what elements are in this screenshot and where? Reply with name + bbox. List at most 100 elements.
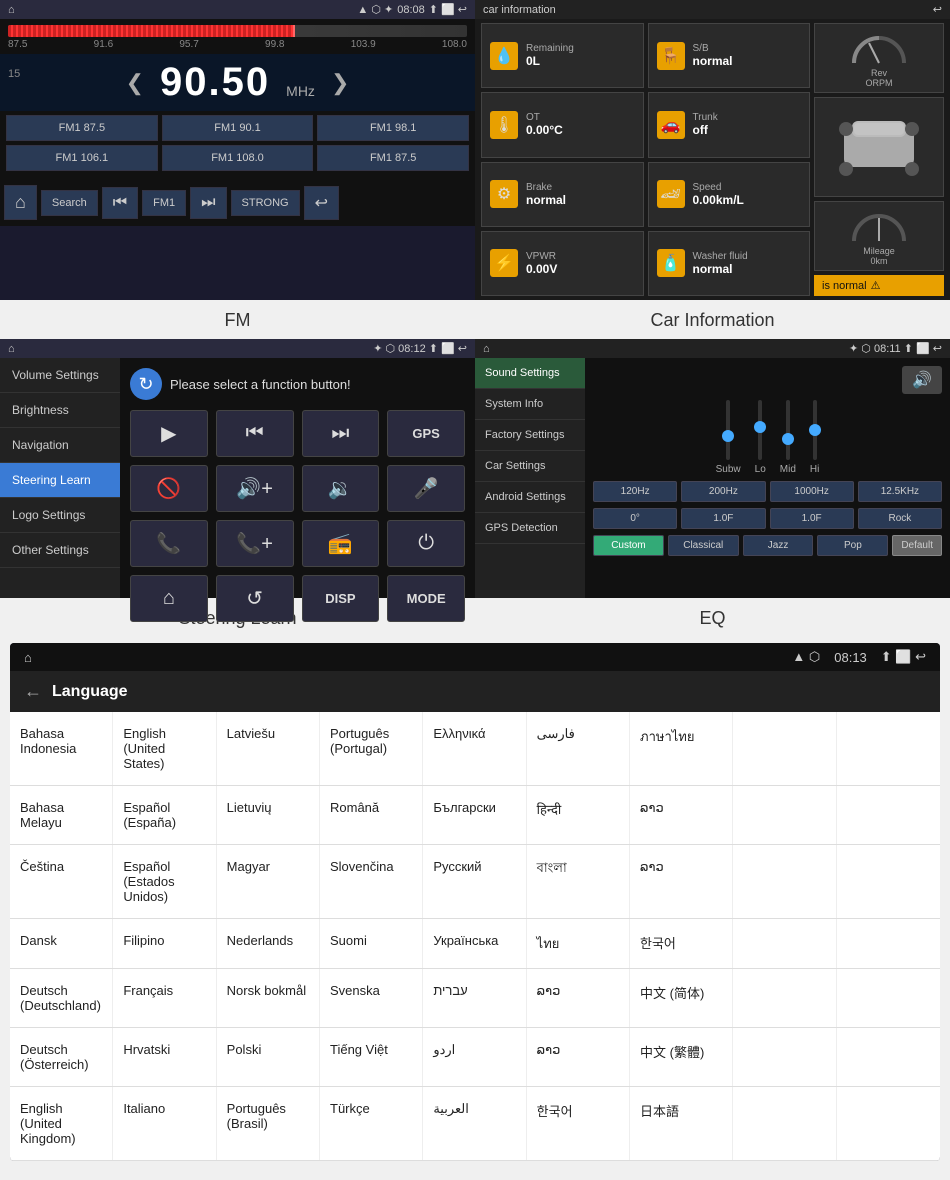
lang-cell[interactable]: Українська [423, 919, 526, 968]
lang-cell[interactable]: Bahasa Melayu [10, 786, 113, 844]
lang-cell[interactable]: 日本語 [630, 1087, 733, 1160]
lang-cell[interactable]: 한국어 [527, 1087, 630, 1160]
lang-cell[interactable]: বাংলা [527, 845, 630, 918]
eq-default-btn[interactable]: Default [892, 535, 942, 556]
lang-cell[interactable]: Български [423, 786, 526, 844]
lang-cell[interactable]: Filipino [113, 919, 216, 968]
steering-menu-logo[interactable]: Logo Settings [0, 498, 120, 533]
lang-cell[interactable]: ภาษาไทย [630, 712, 733, 785]
lang-cell[interactable]: ລາວ [630, 845, 733, 918]
lang-cell[interactable]: Dansk [10, 919, 113, 968]
lang-cell[interactable]: فارسی [527, 712, 630, 785]
lang-cell[interactable]: Italiano [113, 1087, 216, 1160]
steering-btn-power[interactable]: ⏻ [387, 520, 465, 567]
fm-back-btn[interactable]: ↩ [304, 186, 339, 220]
lang-cell[interactable]: Svenska [320, 969, 423, 1027]
eq-menu-system[interactable]: System Info [475, 389, 585, 420]
lang-cell[interactable]: हिन्दी [527, 786, 630, 844]
fm-preset-4[interactable]: FM1 106.1 [6, 145, 158, 171]
fm-preset-1[interactable]: FM1 87.5 [6, 115, 158, 141]
eq-freq-200[interactable]: 200Hz [681, 481, 765, 502]
fm-prev-btn[interactable]: ⏮ [102, 187, 138, 219]
lang-back-btn[interactable]: ← [24, 681, 42, 702]
eq-slider-mid-knob[interactable] [782, 433, 794, 445]
eq-slider-subw-knob[interactable] [722, 430, 734, 442]
eq-val-2[interactable]: 1.0F [770, 508, 854, 529]
lang-cell[interactable]: Latviešu [217, 712, 320, 785]
lang-cell[interactable]: Magyar [217, 845, 320, 918]
lang-cell[interactable]: ລາວ [527, 1028, 630, 1086]
eq-val-3[interactable]: Rock [858, 508, 942, 529]
fm-preset-6[interactable]: FM1 87.5 [317, 145, 469, 171]
eq-menu-gps[interactable]: GPS Detection [475, 513, 585, 544]
eq-val-1[interactable]: 1.0F [681, 508, 765, 529]
lang-cell[interactable]: Tiếng Việt [320, 1028, 423, 1086]
lang-cell[interactable]: Română [320, 786, 423, 844]
eq-slider-lo-track[interactable] [758, 400, 762, 460]
fm-slider-track[interactable] [8, 25, 467, 37]
lang-cell[interactable]: 한국어 [630, 919, 733, 968]
lang-cell[interactable]: Türkçe [320, 1087, 423, 1160]
eq-slider-hi-knob[interactable] [809, 424, 821, 436]
lang-cell[interactable]: ລາວ [630, 786, 733, 844]
steering-btn-mute[interactable]: 🚫 [130, 465, 208, 512]
steering-refresh-btn[interactable]: ↻ [130, 368, 162, 400]
eq-val-0[interactable]: 0° [593, 508, 677, 529]
eq-slider-lo-knob[interactable] [754, 421, 766, 433]
fm-search-btn[interactable]: Search [41, 190, 98, 216]
eq-preset-jazz[interactable]: Jazz [743, 535, 814, 556]
eq-freq-120[interactable]: 120Hz [593, 481, 677, 502]
lang-cell[interactable]: Suomi [320, 919, 423, 968]
steering-btn-home[interactable]: ⌂ [130, 575, 208, 622]
steering-menu-other[interactable]: Other Settings [0, 533, 120, 568]
fm-signal-btn[interactable]: STRONG [231, 190, 300, 216]
steering-btn-disp[interactable]: DISP [302, 575, 380, 622]
eq-slider-subw-track[interactable] [726, 400, 730, 460]
fm-preset-2[interactable]: FM1 90.1 [162, 115, 314, 141]
eq-freq-1000[interactable]: 1000Hz [770, 481, 854, 502]
lang-cell[interactable]: Deutsch (Österreich) [10, 1028, 113, 1086]
steering-btn-mode[interactable]: MODE [387, 575, 465, 622]
lang-cell[interactable]: العربية [423, 1087, 526, 1160]
fm-home-btn[interactable]: ⌂ [4, 185, 37, 220]
lang-cell[interactable]: Ελληνικά [423, 712, 526, 785]
steering-btn-gps[interactable]: GPS [387, 410, 465, 457]
lang-cell[interactable]: Français [113, 969, 216, 1027]
lang-cell[interactable]: Norsk bokmål [217, 969, 320, 1027]
eq-menu-factory[interactable]: Factory Settings [475, 420, 585, 451]
car-info-back-icon[interactable]: ↩ [933, 3, 942, 16]
lang-cell[interactable]: Русский [423, 845, 526, 918]
steering-btn-radio[interactable]: 📻 [302, 520, 380, 567]
eq-menu-car[interactable]: Car Settings [475, 451, 585, 482]
steering-btn-phone-alt[interactable]: 📞+ [216, 520, 294, 567]
lang-cell[interactable]: Čeština [10, 845, 113, 918]
eq-menu-sound[interactable]: Sound Settings [475, 358, 585, 389]
lang-cell[interactable]: Español (Estados Unidos) [113, 845, 216, 918]
lang-cell[interactable]: Polski [217, 1028, 320, 1086]
eq-speaker-btn[interactable]: 🔊 [902, 366, 942, 394]
lang-cell[interactable]: ไทย [527, 919, 630, 968]
lang-cell[interactable]: 中文 (简体) [630, 969, 733, 1027]
eq-preset-pop[interactable]: Pop [817, 535, 888, 556]
steering-btn-next[interactable]: ⏭ [302, 410, 380, 457]
lang-cell[interactable]: Lietuvių [217, 786, 320, 844]
fm-prev-freq-btn[interactable]: ❮ [126, 70, 144, 96]
eq-preset-custom[interactable]: Custom [593, 535, 664, 556]
eq-menu-android[interactable]: Android Settings [475, 482, 585, 513]
eq-preset-classical[interactable]: Classical [668, 535, 739, 556]
lang-cell[interactable]: עברית [423, 969, 526, 1027]
steering-btn-undo[interactable]: ↺ [216, 575, 294, 622]
lang-cell[interactable]: Slovenčina [320, 845, 423, 918]
lang-cell[interactable]: 中文 (繁體) [630, 1028, 733, 1086]
lang-cell[interactable]: Bahasa Indonesia [10, 712, 113, 785]
steering-btn-vol-down[interactable]: 🔉 [302, 465, 380, 512]
steering-menu-brightness[interactable]: Brightness [0, 393, 120, 428]
lang-cell[interactable]: اردو [423, 1028, 526, 1086]
steering-menu-navigation[interactable]: Navigation [0, 428, 120, 463]
steering-menu-volume[interactable]: Volume Settings [0, 358, 120, 393]
lang-cell[interactable]: English (United States) [113, 712, 216, 785]
steering-btn-vol-up[interactable]: 🔊+ [216, 465, 294, 512]
lang-cell[interactable]: Hrvatski [113, 1028, 216, 1086]
eq-slider-mid-track[interactable] [786, 400, 790, 460]
steering-btn-prev[interactable]: ⏮ [216, 410, 294, 457]
